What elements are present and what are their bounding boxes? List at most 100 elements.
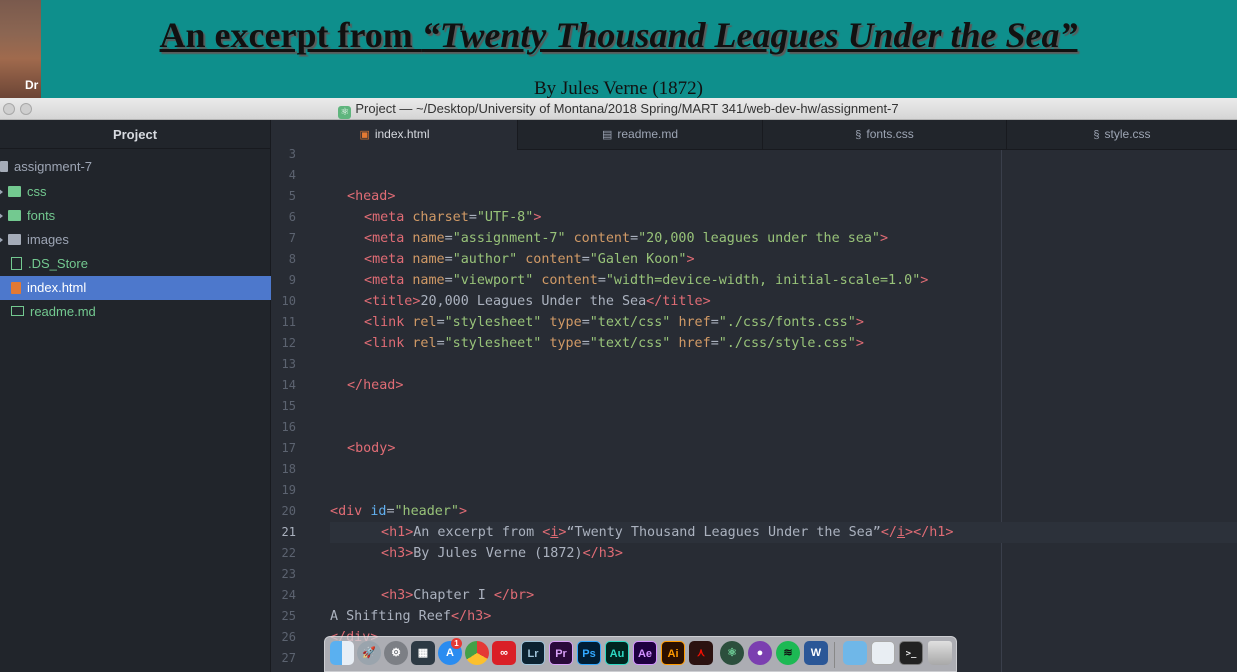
after-effects-icon[interactable]: Ae [633, 641, 657, 665]
page-subheading: By Jules Verne (1872) [533, 78, 704, 98]
book-icon: ▤ [601, 129, 613, 141]
code-line-17[interactable]: <body> [347, 438, 395, 459]
code-line-9[interactable]: <meta name="viewport" content="width=dev… [364, 270, 928, 291]
line-number: 19 [281, 483, 296, 497]
code-line-14[interactable]: </head> [347, 375, 403, 396]
heading-title-italic: “Twenty Thousand Leagues Under the Sea” [421, 15, 1078, 55]
tree-item-fonts[interactable]: fonts [0, 204, 271, 228]
tree-item-readme-md[interactable]: readme.md [0, 300, 271, 324]
line-number-gutter: 3 4 5 6 7 8 9 10 11 12 13 14 15 16 17 18 19 20 21 22 23 24 25 2… [272, 147, 324, 672]
terminal-icon[interactable]: >_ [899, 641, 923, 665]
code-line-12[interactable]: <link rel="stylesheet" type="text/css" h… [364, 333, 864, 354]
github-icon[interactable]: ● [748, 641, 772, 665]
code-line-8[interactable]: <meta name="author" content="Galen Koon"… [364, 249, 695, 270]
tree-item-label: index.html [27, 280, 87, 295]
window-title-text: Project — ~/Desktop/University of Montan… [355, 101, 899, 116]
css3-icon: § [855, 129, 862, 141]
acrobat-icon[interactable]: ⋏ [689, 641, 713, 665]
editor-tab-bar: ▣ index.html ▤ readme.md § fonts.css § style… [272, 120, 1237, 151]
code-line-25[interactable]: A Shifting Reef</h3> [330, 606, 491, 627]
line-number: 15 [281, 399, 296, 413]
line-number: 5 [288, 189, 296, 203]
chevron-right-icon[interactable] [0, 236, 3, 244]
tree-item-label: fonts [27, 208, 56, 223]
creative-cloud-icon[interactable]: ∞ [492, 641, 516, 665]
line-number: 22 [281, 546, 296, 560]
atom-icon[interactable]: ⚛ [720, 641, 744, 665]
code-line-5[interactable]: <head> [347, 186, 395, 207]
line-number: 23 [281, 567, 296, 581]
premiere-icon[interactable]: Pr [549, 641, 573, 665]
audition-icon[interactable]: Au [605, 641, 629, 665]
lightroom-icon[interactable]: Lr [521, 641, 545, 665]
line-number: 12 [281, 336, 296, 350]
line-number: 8 [288, 252, 296, 266]
line-number: 26 [281, 630, 296, 644]
project-panel-header: Project [0, 120, 270, 149]
finder-icon[interactable] [330, 641, 354, 665]
project-tree-panel: Project assignment-7 css fonts images .D… [0, 120, 271, 672]
line-number: 9 [288, 273, 296, 287]
line-number: 20 [281, 504, 296, 518]
preview-icon[interactable] [871, 641, 895, 665]
code-line-6[interactable]: <meta charset="UTF-8"> [364, 207, 541, 228]
code-line-7[interactable]: <meta name="assignment-7" content="20,00… [364, 228, 888, 249]
line-number: 24 [281, 588, 296, 602]
spotify-icon[interactable]: ≋ [776, 641, 800, 665]
tree-item-ds-store[interactable]: .DS_Store [0, 252, 271, 276]
tab-readme-md[interactable]: ▤ readme.md [518, 120, 763, 150]
code-editor[interactable]: 3 4 5 6 7 8 9 10 11 12 13 14 15 16 17 18 19 20 21 22 23 24 25 2… [272, 147, 1237, 672]
line-number: 3 [288, 147, 296, 161]
code-line-11[interactable]: <link rel="stylesheet" type="text/css" h… [364, 312, 864, 333]
line-number: 6 [288, 210, 296, 224]
folder-icon [0, 161, 8, 172]
system-preferences-icon[interactable]: ⚙ [384, 641, 408, 665]
heading-prefix: An excerpt from [159, 15, 422, 55]
line-number: 27 [281, 651, 296, 665]
book-icon [11, 306, 24, 316]
tree-root-label: assignment-7 [14, 159, 93, 174]
binary-file-icon [11, 257, 22, 270]
tree-item-label: images [27, 232, 69, 247]
tab-label: index.html [374, 127, 430, 141]
line-number: 11 [281, 315, 296, 329]
tab-fonts-css[interactable]: § fonts.css [763, 120, 1007, 150]
tree-root-assignment-7[interactable]: assignment-7 [0, 157, 92, 177]
chevron-right-icon[interactable] [0, 212, 3, 220]
page-heading: An excerpt from “Twenty Thousand Leagues… [0, 14, 1237, 56]
tree-item-images[interactable]: images [0, 228, 271, 252]
line-number: 10 [281, 294, 296, 308]
chrome-icon[interactable] [465, 641, 489, 665]
tree-item-css[interactable]: css [0, 180, 271, 204]
notification-badge: 1 [451, 638, 462, 649]
tree-item-label: readme.md [30, 304, 96, 319]
tree-item-label: .DS_Store [28, 256, 88, 271]
photoshop-icon[interactable]: Ps [577, 641, 601, 665]
tree-item-index-html[interactable]: index.html [0, 276, 271, 300]
illustrator-icon[interactable]: Ai [661, 641, 685, 665]
tab-style-css[interactable]: § style.css [1007, 120, 1237, 150]
code-line-22[interactable]: <h3>By Jules Verne (1872)</h3> [381, 543, 623, 564]
launchpad-icon[interactable]: 🚀 [357, 641, 381, 665]
chevron-right-icon[interactable] [0, 188, 3, 196]
code-line-20[interactable]: <div id="header"> [330, 501, 467, 522]
tab-label: fonts.css [866, 127, 914, 141]
folder-icon [8, 234, 21, 245]
word-icon[interactable]: W [804, 641, 828, 665]
line-number: 14 [281, 378, 296, 392]
code-area[interactable]: <head> <meta charset="UTF-8"> <meta name… [330, 150, 1237, 672]
trash-icon[interactable] [928, 641, 952, 665]
line-number: 13 [281, 357, 296, 371]
tab-label: style.css [1104, 127, 1151, 141]
line-number: 4 [288, 168, 296, 182]
window-titlebar[interactable]: ⚛ Project — ~/Desktop/University of Monta… [0, 98, 1237, 120]
downloads-folder-icon[interactable] [843, 641, 867, 665]
code-line-21-current[interactable]: <h1>An excerpt from <i>“Twenty Thousand … [330, 522, 1237, 543]
folder-icon [8, 186, 21, 197]
code-line-24[interactable]: <h3>Chapter I </br> [381, 585, 534, 606]
tree-item-label: css [27, 184, 47, 199]
dashboard-icon[interactable]: ▦ [411, 641, 435, 665]
macos-dock: 🚀 ⚙ ▦ A 1 ∞ Lr Pr Ps Au Ae Ai ⋏ ⚛ ● ≋ W … [324, 636, 957, 672]
dock-separator [834, 642, 835, 668]
code-line-10[interactable]: <title>20,000 Leagues Under the Sea</tit… [364, 291, 711, 312]
